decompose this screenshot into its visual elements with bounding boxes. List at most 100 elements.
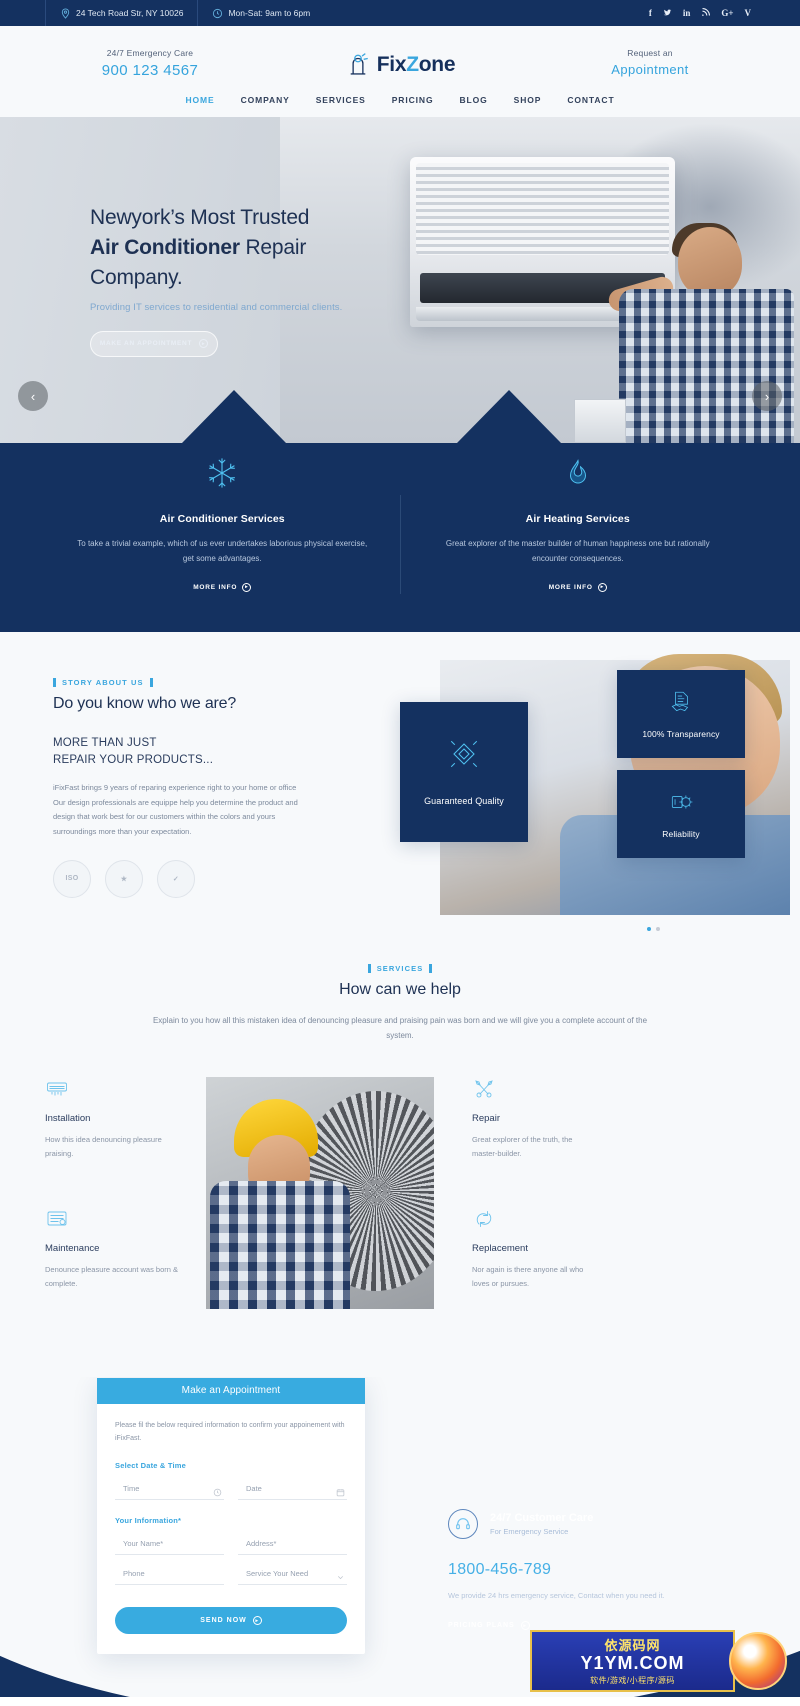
about-eyebrow-label: STORY ABOUT US (62, 677, 144, 687)
eyebrow-bar-left (367, 963, 371, 973)
verified-check-badge: ✓ (157, 859, 195, 898)
services-center-photo-wrap (190, 1077, 450, 1310)
arrow-right-icon: ▸ (597, 582, 607, 592)
topbar-address-label: 24 Tech Road Str, NY 10026 (76, 8, 184, 18)
phone-field[interactable] (115, 1563, 224, 1586)
service-card-title: Air Conditioner Services (159, 513, 285, 525)
maintenance-icon (45, 1207, 190, 1231)
about-visual-block: Guaranteed Quality 100% Transparency Rel… (400, 653, 790, 931)
pricing-plans-link[interactable]: PRICING PLANS ▸ (448, 1621, 530, 1631)
service-more-info-label: MORE INFO (548, 583, 593, 591)
watermark-overlay: 依源码网 Y1YM.COM 软件/游戏/小程序/源码 (530, 1629, 795, 1692)
carousel-dot-2[interactable] (656, 926, 660, 931)
feature-card-label: Guaranteed Quality (424, 796, 504, 807)
about-paragraph: iFixFast brings 9 years of reparing expe… (53, 783, 298, 837)
appointment-form-card: Make an Appointment Please fil the below… (97, 1377, 365, 1655)
phone-input[interactable] (123, 1569, 222, 1579)
legend-select-date-time: Select Date & Time (115, 1461, 186, 1471)
snowflake-icon (75, 449, 370, 497)
send-now-label: SEND NOW (200, 1617, 247, 1625)
nav-item-pricing[interactable]: PRICING (392, 95, 434, 105)
linkedin-icon[interactable]: in (683, 8, 691, 18)
about-eyebrow: STORY ABOUT US (53, 677, 345, 687)
service-card-desc: Great explorer of the master builder of … (445, 539, 710, 563)
name-field[interactable] (115, 1533, 224, 1556)
service-card-desc: To take a trivial example, which of us e… (77, 539, 368, 563)
customer-care-phone[interactable]: 1800-456-789 (448, 1561, 748, 1579)
replacement-icon (472, 1207, 595, 1231)
service-select[interactable] (238, 1563, 347, 1586)
certification-badges: ISO ★ ✓ (53, 859, 345, 906)
nav-item-blog[interactable]: BLOG (459, 95, 487, 105)
flame-icon (431, 449, 726, 497)
hero-next-button[interactable]: › (752, 381, 782, 411)
services-paragraph: Explain to you how all this mistaken ide… (152, 1015, 648, 1040)
make-appointment-button[interactable]: MAKE AN APPOINTMENT ▸ (90, 330, 218, 357)
hero-heading-line2-rest: Repair (239, 236, 307, 260)
customer-care-paragraph: We provide 24 hrs emergency service, Con… (448, 1590, 665, 1600)
nav-item-home[interactable]: HOME (185, 95, 214, 105)
verified-badge-label: ✓ (172, 875, 180, 883)
send-now-button[interactable]: SEND NOW ▸ (115, 1607, 347, 1635)
emergency-phone-link[interactable]: 900 123 4567 (45, 62, 255, 79)
calendar-icon (336, 1484, 345, 1497)
service-more-info-link[interactable]: MORE INFO ▸ (193, 582, 252, 592)
topbar-hours-label: Mon-Sat: 9am to 6pm (228, 8, 311, 18)
time-input[interactable] (123, 1484, 213, 1494)
services-eyebrow-label: SERVICES (376, 963, 424, 973)
headset-24-icon (448, 1508, 478, 1539)
clock-icon (212, 8, 223, 19)
topbar-hours: Mon-Sat: 9am to 6pm (197, 0, 324, 26)
header-logo-block[interactable]: FixZone (295, 44, 505, 78)
about-heading: Do you know who we are? (53, 694, 237, 712)
services-heading: How can we help (339, 980, 461, 998)
customer-care-subtitle: For Emergency Service (490, 1526, 569, 1536)
feature-card-guaranteed-quality[interactable]: Guaranteed Quality (400, 701, 528, 842)
service-item-text: Nor again is there anyone all who loves … (472, 1264, 584, 1288)
site-header: 24/7 Emergency Care 900 123 4567 FixZone (0, 26, 800, 117)
header-request-block: Request an Appointment (545, 44, 755, 77)
hero-prev-button[interactable]: ‹ (18, 381, 48, 411)
nav-item-services[interactable]: SERVICES (316, 95, 366, 105)
services-column-right: Repair Great explorer of the truth, the … (450, 1077, 595, 1337)
gear-battery-icon (668, 789, 694, 820)
ac-unit-icon (45, 1077, 190, 1101)
services-grid: Installation How this idea denouncing pl… (45, 1077, 755, 1337)
date-field[interactable] (238, 1478, 347, 1501)
service-item-maintenance: Maintenance Denounce pleasure account wa… (45, 1207, 190, 1291)
address-input[interactable] (246, 1539, 345, 1549)
feature-card-transparency[interactable]: 100% Transparency (617, 669, 745, 758)
feature-card-label: 100% Transparency (642, 728, 720, 739)
service-select-input[interactable] (246, 1569, 336, 1579)
address-field[interactable] (238, 1533, 347, 1556)
iso-badge-label: ISO (65, 875, 79, 883)
service-more-info-link[interactable]: MORE INFO ▸ (548, 582, 607, 592)
date-input[interactable] (246, 1484, 336, 1494)
service-item-text: How this idea denouncing pleasure praisi… (45, 1135, 162, 1158)
services-column-left: Installation How this idea denouncing pl… (45, 1077, 190, 1337)
peak-shape-left (182, 390, 286, 443)
facebook-icon[interactable]: f (649, 8, 652, 18)
service-item-installation: Installation How this idea denouncing pl… (45, 1077, 190, 1161)
nav-item-contact[interactable]: CONTACT (567, 95, 614, 105)
rss-icon[interactable] (701, 7, 711, 19)
appointment-link[interactable]: Appointment (545, 62, 755, 77)
google-plus-icon[interactable]: G+ (721, 8, 733, 18)
award-seal-badge: ★ (105, 859, 143, 898)
emergency-care-label: 24/7 Emergency Care (106, 48, 194, 58)
hero-heading-line1: Newyork’s Most Trusted (90, 206, 310, 230)
carousel-dot-1[interactable] (647, 926, 651, 931)
nav-item-shop[interactable]: SHOP (514, 95, 542, 105)
about-carousel-dots[interactable] (647, 926, 660, 931)
iso-certification-badge: ISO (53, 859, 91, 898)
chevron-down-icon[interactable] (336, 1569, 345, 1580)
name-input[interactable] (123, 1539, 222, 1549)
time-field[interactable] (115, 1478, 224, 1501)
nav-item-company[interactable]: COMPANY (241, 95, 290, 105)
vimeo-icon[interactable]: V (745, 8, 752, 18)
feature-card-reliability[interactable]: Reliability (617, 769, 745, 858)
twitter-icon[interactable] (663, 8, 672, 19)
header-emergency-block: 24/7 Emergency Care 900 123 4567 (45, 44, 255, 79)
request-an-label: Request an (627, 48, 673, 58)
about-text-block: STORY ABOUT US Do you know who we are? M… (45, 677, 345, 906)
